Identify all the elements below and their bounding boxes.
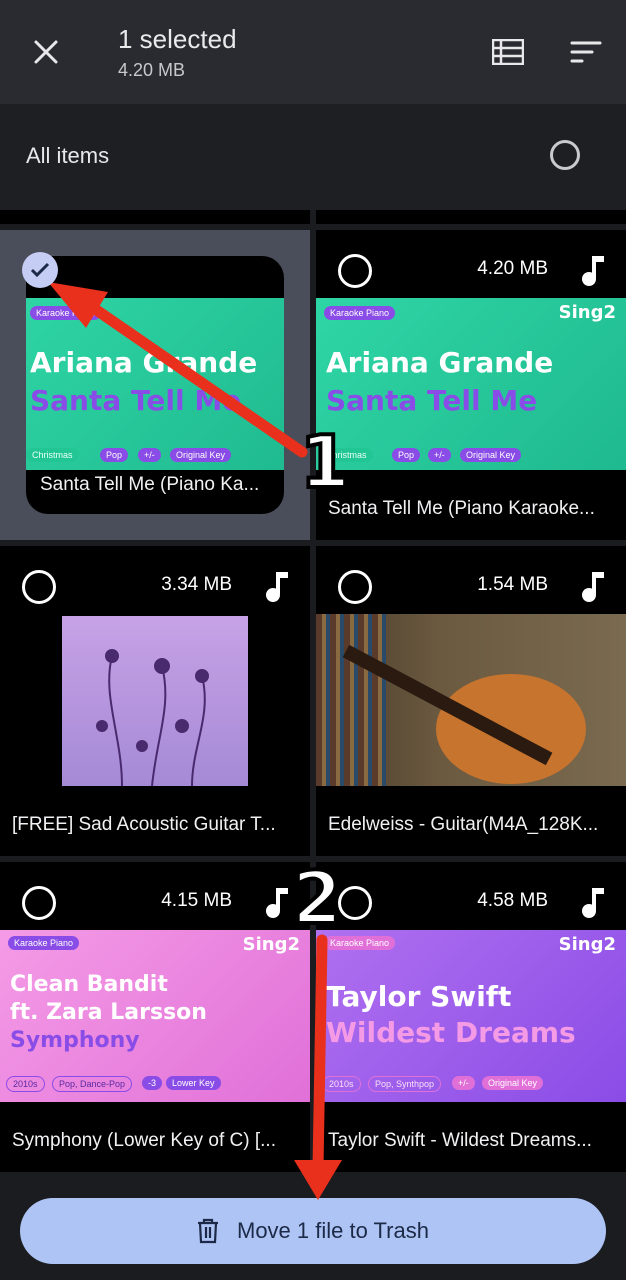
- arrow-step-1: [48, 282, 308, 458]
- selected-check[interactable]: [22, 252, 58, 288]
- arrow-step-2: [294, 934, 342, 1200]
- check-icon: [30, 262, 50, 278]
- annotation-arrows: [48, 282, 342, 1200]
- annotation-step-1: 1: [298, 418, 352, 506]
- annotation-step-2: 2: [290, 854, 344, 942]
